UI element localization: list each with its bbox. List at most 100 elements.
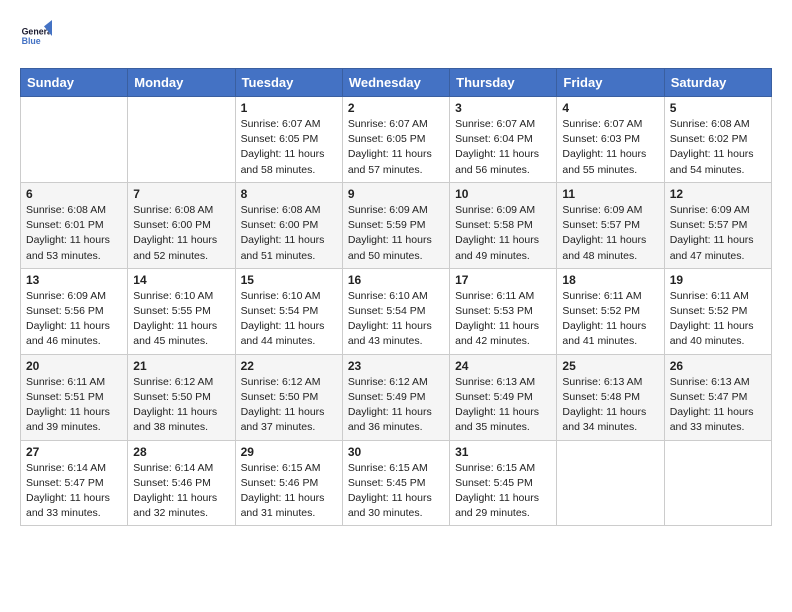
sunrise: Sunrise: 6:14 AM: [133, 462, 213, 474]
day-number: 22: [241, 359, 337, 373]
cell-info: Sunrise: 6:09 AM Sunset: 5:57 PM Dayligh…: [670, 203, 766, 264]
calendar-cell: 21 Sunrise: 6:12 AM Sunset: 5:50 PM Dayl…: [128, 354, 235, 440]
daylight: Daylight: 11 hours and 57 minutes.: [348, 148, 432, 175]
sunset: Sunset: 5:49 PM: [348, 391, 426, 403]
calendar-cell: 17 Sunrise: 6:11 AM Sunset: 5:53 PM Dayl…: [450, 268, 557, 354]
cell-info: Sunrise: 6:15 AM Sunset: 5:46 PM Dayligh…: [241, 461, 337, 522]
day-number: 2: [348, 101, 444, 115]
daylight: Daylight: 11 hours and 30 minutes.: [348, 492, 432, 519]
calendar-week-4: 20 Sunrise: 6:11 AM Sunset: 5:51 PM Dayl…: [21, 354, 772, 440]
sunset: Sunset: 5:56 PM: [26, 305, 104, 317]
calendar-cell: 6 Sunrise: 6:08 AM Sunset: 6:01 PM Dayli…: [21, 182, 128, 268]
sunset: Sunset: 5:45 PM: [455, 477, 533, 489]
day-number: 11: [562, 187, 658, 201]
sunset: Sunset: 5:48 PM: [562, 391, 640, 403]
day-number: 14: [133, 273, 229, 287]
calendar-cell: 5 Sunrise: 6:08 AM Sunset: 6:02 PM Dayli…: [664, 97, 771, 183]
sunset: Sunset: 5:57 PM: [670, 219, 748, 231]
logo-icon: General Blue: [20, 20, 52, 52]
sunrise: Sunrise: 6:11 AM: [26, 376, 105, 388]
day-number: 13: [26, 273, 122, 287]
sunset: Sunset: 5:55 PM: [133, 305, 211, 317]
cell-info: Sunrise: 6:09 AM Sunset: 5:57 PM Dayligh…: [562, 203, 658, 264]
cell-info: Sunrise: 6:08 AM Sunset: 6:00 PM Dayligh…: [133, 203, 229, 264]
sunrise: Sunrise: 6:08 AM: [133, 204, 213, 216]
calendar-cell: 23 Sunrise: 6:12 AM Sunset: 5:49 PM Dayl…: [342, 354, 449, 440]
sunset: Sunset: 5:47 PM: [26, 477, 104, 489]
daylight: Daylight: 11 hours and 38 minutes.: [133, 406, 217, 433]
daylight: Daylight: 11 hours and 47 minutes.: [670, 234, 754, 261]
calendar-week-1: 1 Sunrise: 6:07 AM Sunset: 6:05 PM Dayli…: [21, 97, 772, 183]
calendar-cell: 1 Sunrise: 6:07 AM Sunset: 6:05 PM Dayli…: [235, 97, 342, 183]
cell-info: Sunrise: 6:09 AM Sunset: 5:58 PM Dayligh…: [455, 203, 551, 264]
calendar-cell: 14 Sunrise: 6:10 AM Sunset: 5:55 PM Dayl…: [128, 268, 235, 354]
sunrise: Sunrise: 6:08 AM: [670, 118, 750, 130]
cell-info: Sunrise: 6:13 AM Sunset: 5:48 PM Dayligh…: [562, 375, 658, 436]
day-number: 9: [348, 187, 444, 201]
daylight: Daylight: 11 hours and 34 minutes.: [562, 406, 646, 433]
sunrise: Sunrise: 6:10 AM: [348, 290, 428, 302]
logo: General Blue: [20, 20, 52, 52]
sunset: Sunset: 6:00 PM: [241, 219, 319, 231]
calendar-cell: [664, 440, 771, 526]
daylight: Daylight: 11 hours and 33 minutes.: [26, 492, 110, 519]
sunset: Sunset: 6:01 PM: [26, 219, 104, 231]
day-number: 23: [348, 359, 444, 373]
daylight: Daylight: 11 hours and 40 minutes.: [670, 320, 754, 347]
cell-info: Sunrise: 6:11 AM Sunset: 5:52 PM Dayligh…: [562, 289, 658, 350]
sunrise: Sunrise: 6:09 AM: [26, 290, 106, 302]
day-number: 5: [670, 101, 766, 115]
day-number: 16: [348, 273, 444, 287]
daylight: Daylight: 11 hours and 39 minutes.: [26, 406, 110, 433]
daylight: Daylight: 11 hours and 44 minutes.: [241, 320, 325, 347]
calendar-cell: 2 Sunrise: 6:07 AM Sunset: 6:05 PM Dayli…: [342, 97, 449, 183]
day-number: 20: [26, 359, 122, 373]
sunset: Sunset: 5:57 PM: [562, 219, 640, 231]
sunrise: Sunrise: 6:12 AM: [348, 376, 428, 388]
sunset: Sunset: 5:50 PM: [133, 391, 211, 403]
sunset: Sunset: 5:59 PM: [348, 219, 426, 231]
sunrise: Sunrise: 6:13 AM: [455, 376, 535, 388]
sunset: Sunset: 5:51 PM: [26, 391, 104, 403]
day-number: 28: [133, 445, 229, 459]
sunset: Sunset: 5:49 PM: [455, 391, 533, 403]
cell-info: Sunrise: 6:11 AM Sunset: 5:52 PM Dayligh…: [670, 289, 766, 350]
daylight: Daylight: 11 hours and 42 minutes.: [455, 320, 539, 347]
day-header-tuesday: Tuesday: [235, 69, 342, 97]
calendar-cell: 20 Sunrise: 6:11 AM Sunset: 5:51 PM Dayl…: [21, 354, 128, 440]
cell-info: Sunrise: 6:12 AM Sunset: 5:50 PM Dayligh…: [241, 375, 337, 436]
sunrise: Sunrise: 6:07 AM: [241, 118, 321, 130]
cell-info: Sunrise: 6:12 AM Sunset: 5:49 PM Dayligh…: [348, 375, 444, 436]
day-number: 10: [455, 187, 551, 201]
sunset: Sunset: 6:04 PM: [455, 133, 533, 145]
sunset: Sunset: 5:58 PM: [455, 219, 533, 231]
calendar-cell: 19 Sunrise: 6:11 AM Sunset: 5:52 PM Dayl…: [664, 268, 771, 354]
calendar-cell: 28 Sunrise: 6:14 AM Sunset: 5:46 PM Dayl…: [128, 440, 235, 526]
sunset: Sunset: 6:03 PM: [562, 133, 640, 145]
sunrise: Sunrise: 6:10 AM: [241, 290, 321, 302]
day-number: 1: [241, 101, 337, 115]
sunrise: Sunrise: 6:13 AM: [562, 376, 642, 388]
sunrise: Sunrise: 6:13 AM: [670, 376, 750, 388]
day-number: 30: [348, 445, 444, 459]
daylight: Daylight: 11 hours and 48 minutes.: [562, 234, 646, 261]
daylight: Daylight: 11 hours and 55 minutes.: [562, 148, 646, 175]
cell-info: Sunrise: 6:12 AM Sunset: 5:50 PM Dayligh…: [133, 375, 229, 436]
cell-info: Sunrise: 6:08 AM Sunset: 6:01 PM Dayligh…: [26, 203, 122, 264]
cell-info: Sunrise: 6:10 AM Sunset: 5:54 PM Dayligh…: [348, 289, 444, 350]
daylight: Daylight: 11 hours and 50 minutes.: [348, 234, 432, 261]
daylight: Daylight: 11 hours and 52 minutes.: [133, 234, 217, 261]
cell-info: Sunrise: 6:09 AM Sunset: 5:56 PM Dayligh…: [26, 289, 122, 350]
calendar-week-2: 6 Sunrise: 6:08 AM Sunset: 6:01 PM Dayli…: [21, 182, 772, 268]
daylight: Daylight: 11 hours and 56 minutes.: [455, 148, 539, 175]
day-header-monday: Monday: [128, 69, 235, 97]
daylight: Daylight: 11 hours and 29 minutes.: [455, 492, 539, 519]
calendar-cell: 4 Sunrise: 6:07 AM Sunset: 6:03 PM Dayli…: [557, 97, 664, 183]
daylight: Daylight: 11 hours and 36 minutes.: [348, 406, 432, 433]
day-header-thursday: Thursday: [450, 69, 557, 97]
cell-info: Sunrise: 6:13 AM Sunset: 5:49 PM Dayligh…: [455, 375, 551, 436]
day-number: 17: [455, 273, 551, 287]
cell-info: Sunrise: 6:07 AM Sunset: 6:05 PM Dayligh…: [348, 117, 444, 178]
sunset: Sunset: 6:02 PM: [670, 133, 748, 145]
day-header-sunday: Sunday: [21, 69, 128, 97]
